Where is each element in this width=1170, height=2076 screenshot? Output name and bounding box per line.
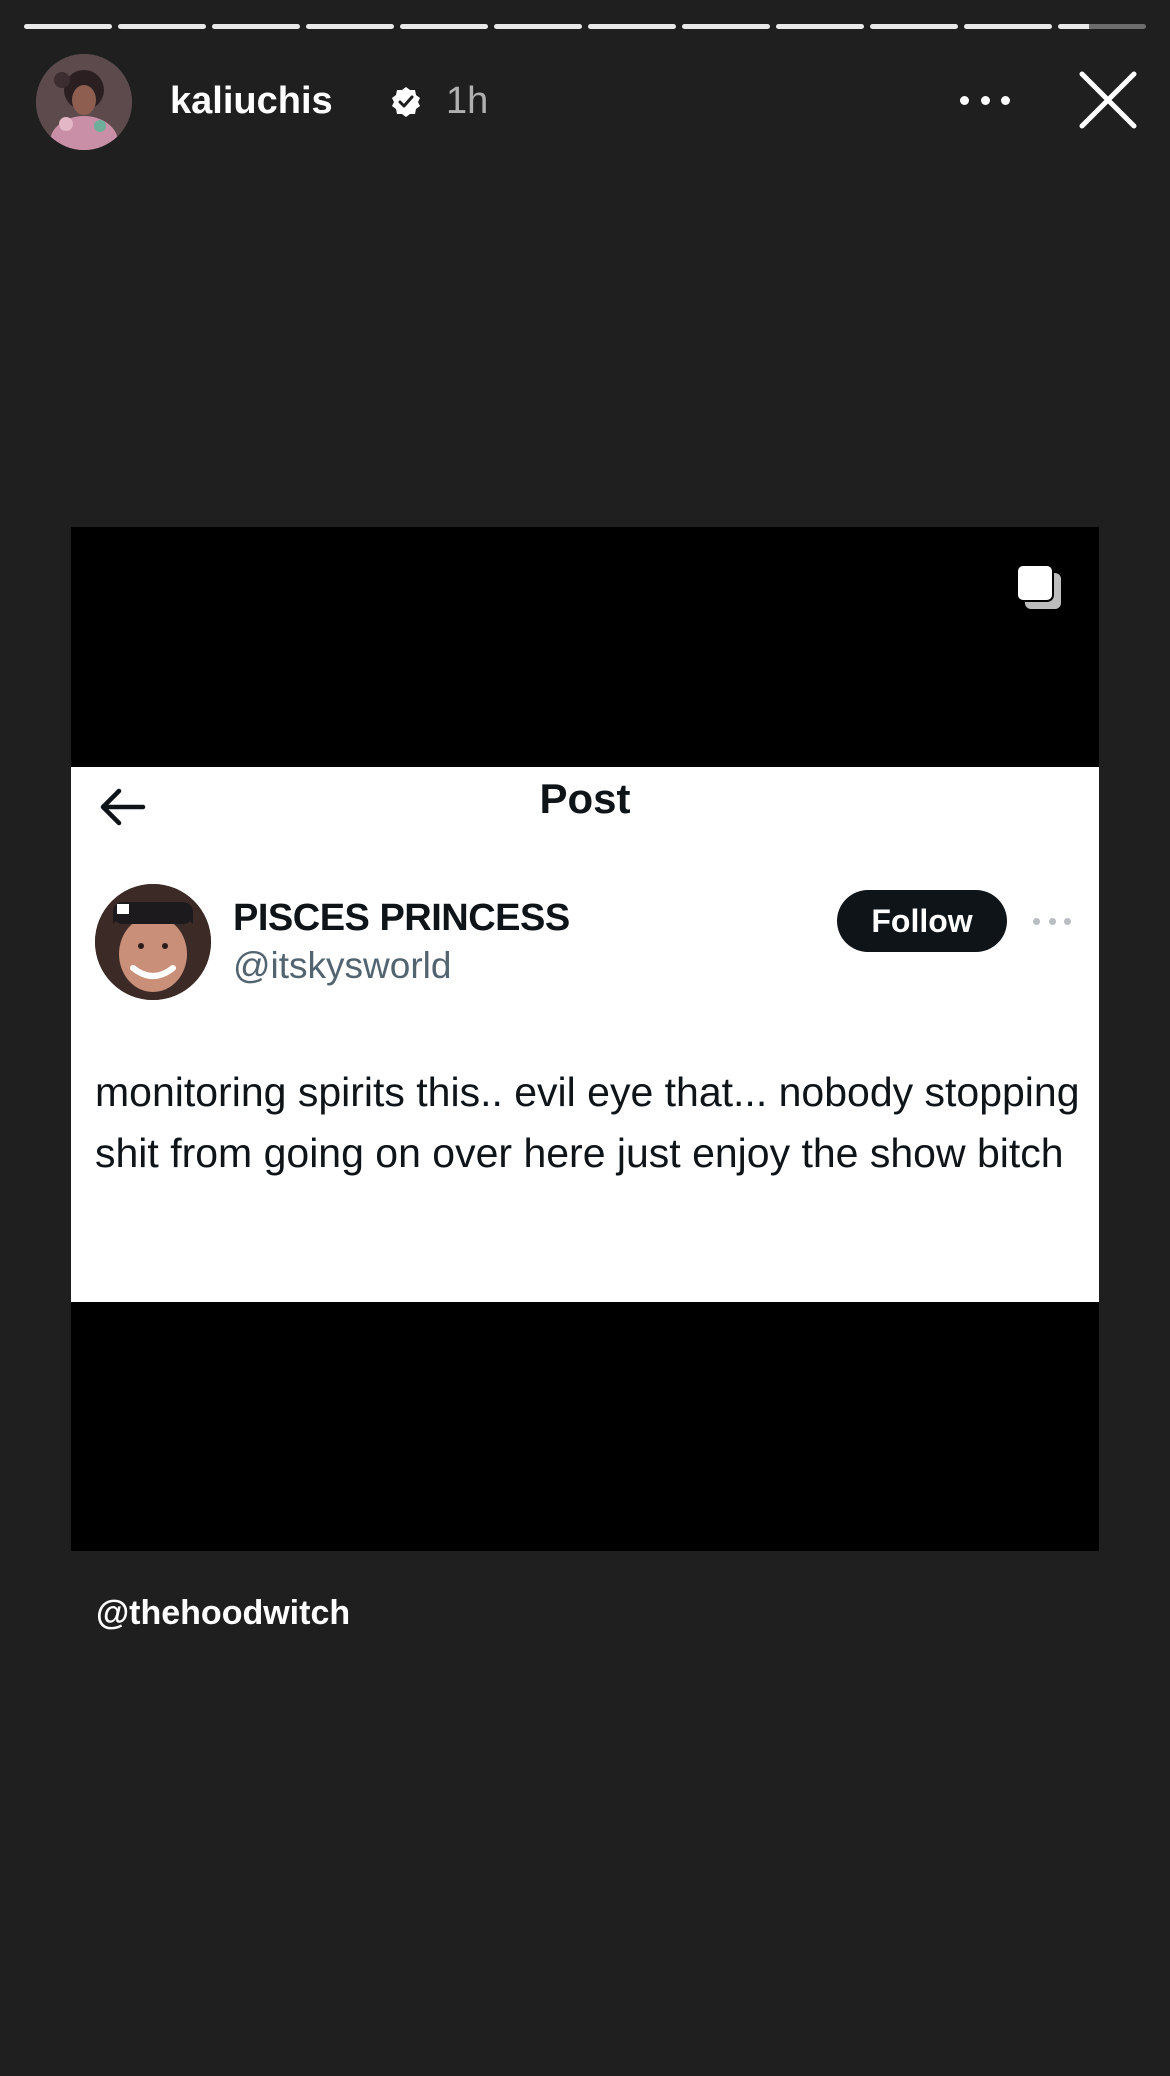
progress-segment bbox=[118, 24, 206, 29]
verified-badge-icon bbox=[392, 87, 420, 117]
mention-sticker[interactable]: @thehoodwitch bbox=[96, 1594, 350, 1633]
close-icon[interactable] bbox=[1076, 68, 1140, 132]
tweet-page-title: Post bbox=[539, 775, 631, 822]
progress-segment bbox=[24, 24, 112, 29]
progress-segment bbox=[212, 24, 300, 29]
username[interactable]: kaliuchis bbox=[170, 80, 333, 123]
progress-segment bbox=[776, 24, 864, 29]
tweet-author-name: PISCES PRINCESS bbox=[233, 897, 570, 939]
progress-segment bbox=[682, 24, 770, 29]
progress-segment bbox=[400, 24, 488, 29]
post-time: 1h bbox=[446, 80, 489, 122]
tweet-screenshot: Post PISCES PRINCESS @itskysworld Follow… bbox=[71, 767, 1099, 1302]
tweet-more-icon bbox=[1033, 917, 1071, 925]
story-media[interactable]: Post PISCES PRINCESS @itskysworld Follow… bbox=[71, 527, 1099, 1551]
more-options-icon[interactable] bbox=[960, 80, 1010, 120]
story-header: kaliuchis 1h bbox=[36, 54, 1140, 150]
tweet-author-handle: @itskysworld bbox=[233, 945, 452, 986]
avatar[interactable] bbox=[36, 54, 132, 150]
multiple-items-icon bbox=[1016, 564, 1061, 609]
follow-button: Follow bbox=[837, 890, 1007, 952]
progress-segment bbox=[306, 24, 394, 29]
story-progress-bar bbox=[24, 24, 1146, 29]
tweet-author-avatar bbox=[95, 884, 211, 1000]
progress-segment bbox=[588, 24, 676, 29]
progress-segment bbox=[964, 24, 1052, 29]
progress-segment-current bbox=[1058, 24, 1146, 29]
progress-segment bbox=[494, 24, 582, 29]
progress-segment bbox=[870, 24, 958, 29]
tweet-body: monitoring spirits this.. evil eye that.… bbox=[95, 1069, 1080, 1176]
